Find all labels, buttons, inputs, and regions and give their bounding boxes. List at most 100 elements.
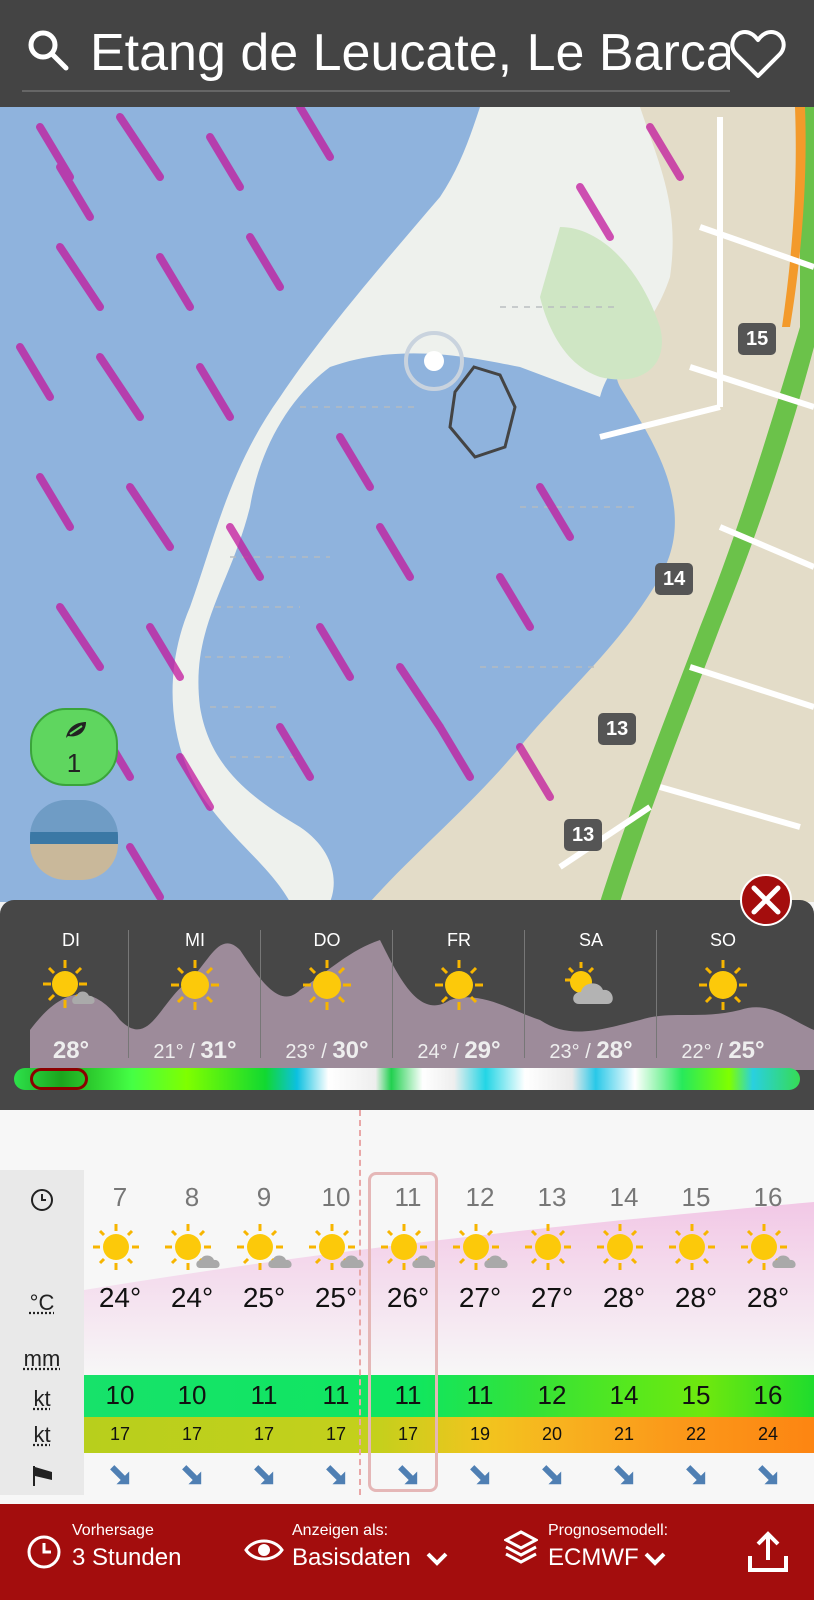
temp-unit-label[interactable]: °C	[0, 1290, 84, 1316]
sun-cloud-icon	[309, 1224, 364, 1270]
day-column-fr[interactable]: FR 24° / 29°	[394, 930, 524, 1065]
wind-gust-value: 20	[541, 1424, 563, 1444]
sun-icon	[669, 1224, 715, 1270]
display-label: Anzeigen als:	[292, 1522, 389, 1539]
eye-icon	[244, 1539, 284, 1561]
wind-direction-arrow-icon	[156, 1458, 228, 1492]
sun-icon	[93, 1224, 139, 1270]
sun-cloud-icon	[43, 960, 95, 1008]
hour-label: 15	[681, 1182, 711, 1212]
cloud-sun-icon	[565, 962, 613, 1004]
hour-column[interactable]: 7 24°	[84, 1170, 156, 1495]
display-mode-dropdown[interactable]: Anzeigen als: Basisdaten	[244, 1522, 464, 1582]
road-label-13: 13	[598, 713, 637, 745]
hour-column[interactable]: 15 28°	[660, 1170, 732, 1495]
hour-column[interactable]: 16 28°	[732, 1170, 804, 1495]
wind-direction-arrow-icon	[444, 1458, 516, 1492]
day-temp: 28°	[52, 1037, 90, 1064]
day-column-mi[interactable]: MI 21° / 31°	[130, 930, 260, 1065]
map-layer	[16, 107, 814, 902]
search-icon[interactable]	[26, 28, 70, 72]
sun-icon	[171, 960, 219, 1010]
forecast-label: Vorhersage	[72, 1522, 154, 1539]
wind-speed-value: 10	[105, 1380, 135, 1410]
wind-gust-value: 17	[109, 1424, 131, 1444]
eco-badge-count: 1	[66, 748, 82, 778]
hour-label: 16	[753, 1182, 783, 1212]
forecast-model-dropdown[interactable]: Prognosemodell: ECMWF	[504, 1522, 694, 1582]
wind-gust-value: 19	[469, 1424, 491, 1444]
bottom-toolbar: Vorhersage 3 Stunden Anzeigen als: Basis…	[0, 1504, 814, 1600]
wind-speed-value: 14	[609, 1380, 639, 1410]
sun-cloud-icon	[741, 1224, 796, 1270]
map-view[interactable]: 15 14 13 13 1	[0, 107, 814, 902]
location-title[interactable]: Etang de Leucate, Le Barcarès	[90, 18, 730, 88]
selected-hour-highlight	[368, 1172, 438, 1492]
sun-cloud-icon	[165, 1224, 220, 1270]
timeline-handle[interactable]	[30, 1068, 88, 1090]
wind-gust-value: 17	[253, 1424, 275, 1444]
day-temp: 21° / 31°	[153, 1037, 237, 1064]
header-bar: Etang de Leucate, Le Barcarès	[0, 0, 814, 107]
day-temp: 24° / 29°	[417, 1037, 501, 1064]
hour-label: 10	[321, 1182, 351, 1212]
hour-temperature: 27°	[458, 1282, 502, 1313]
sun-icon	[303, 960, 351, 1010]
wind-direction-arrow-icon	[228, 1458, 300, 1492]
wind-speed-value: 11	[466, 1380, 494, 1410]
day-column-so[interactable]: SO 22° / 25°	[658, 930, 788, 1065]
day-label: SA	[578, 930, 603, 950]
hour-column[interactable]: 12 27°	[444, 1170, 516, 1495]
hour-temperature: 28°	[674, 1282, 718, 1313]
close-button[interactable]	[740, 874, 792, 926]
hour-label: 13	[537, 1182, 567, 1212]
hour-column[interactable]: 13 27°	[516, 1170, 588, 1495]
forecast-interval-button[interactable]: Vorhersage 3 Stunden	[24, 1522, 224, 1582]
model-label: Prognosemodell:	[548, 1522, 669, 1539]
hour-temperature: 24°	[98, 1282, 142, 1313]
gust-unit-label[interactable]: kt	[0, 1422, 84, 1448]
clock-icon	[31, 1189, 53, 1211]
favorite-heart-icon[interactable]	[730, 28, 786, 80]
hour-label: 12	[465, 1182, 495, 1212]
wind-direction-arrow-icon	[660, 1458, 732, 1492]
forecast-value: 3 Stunden	[72, 1544, 182, 1571]
wind-unit-label[interactable]: kt	[0, 1386, 84, 1412]
sun-icon	[525, 1224, 571, 1270]
day-label: DI	[62, 930, 80, 950]
road-label-13b: 13	[564, 819, 603, 851]
display-value: Basisdaten	[292, 1544, 411, 1571]
hour-label: 8	[184, 1182, 200, 1212]
day-column-di[interactable]: DI 28°	[6, 930, 136, 1065]
wind-direction-flag-icon	[33, 1466, 52, 1486]
day-label: FR	[447, 930, 471, 950]
rain-unit-label[interactable]: mm	[0, 1346, 84, 1372]
wind-gust-value: 21	[613, 1424, 635, 1444]
wind-direction-arrow-icon	[300, 1458, 372, 1492]
eco-badge-button[interactable]: 1	[30, 708, 118, 786]
day-column-sa[interactable]: SA 23° / 28°	[526, 930, 656, 1065]
wind-gust-value: 17	[325, 1424, 347, 1444]
forecast-timeline-bar[interactable]	[14, 1068, 800, 1090]
wind-direction-arrow-icon	[516, 1458, 588, 1492]
day-column-do[interactable]: DO 23° / 30°	[262, 930, 392, 1065]
sun-cloud-icon	[237, 1224, 292, 1270]
wind-speed-value: 12	[537, 1380, 567, 1410]
wind-direction-arrow-icon	[84, 1458, 156, 1492]
spot-photo-thumbnail[interactable]	[30, 800, 118, 880]
day-separator	[524, 930, 525, 1058]
hour-column[interactable]: 9 25°	[228, 1170, 300, 1495]
wind-speed-value: 11	[322, 1380, 350, 1410]
share-icon[interactable]	[746, 1530, 790, 1574]
layers-icon	[504, 1530, 538, 1564]
hour-column[interactable]: 10 25°	[300, 1170, 372, 1495]
chevron-down-icon	[426, 1552, 448, 1566]
wind-direction-arrow-icon	[588, 1458, 660, 1492]
hour-column[interactable]: 14 28°	[588, 1170, 660, 1495]
wind-speed-value: 15	[681, 1380, 711, 1410]
chevron-down-icon	[644, 1552, 666, 1566]
hour-temperature: 24°	[170, 1282, 214, 1313]
day-separator	[128, 930, 129, 1058]
hour-column[interactable]: 8 24°	[156, 1170, 228, 1495]
day-temp: 23° / 30°	[285, 1037, 369, 1064]
